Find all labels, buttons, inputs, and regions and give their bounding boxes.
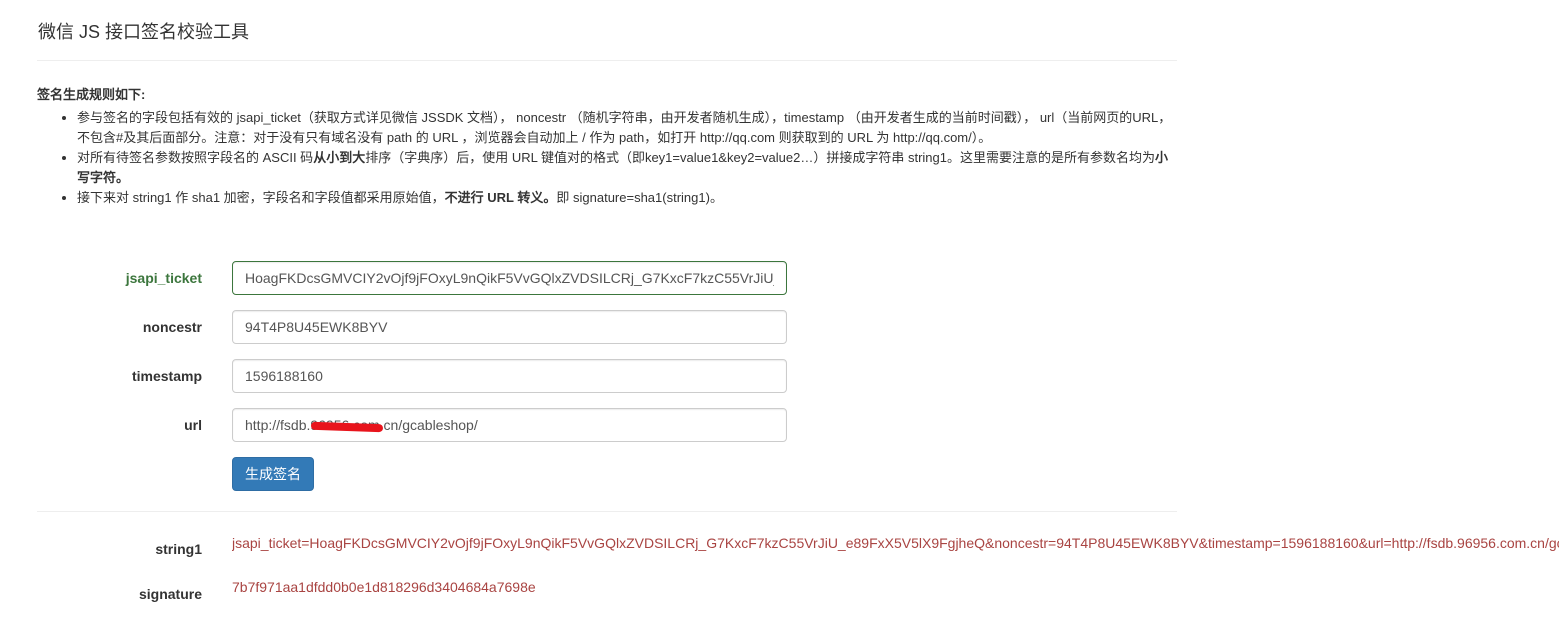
- rule-item-3-text-b: 即 signature=sha1(string1)。: [556, 190, 723, 205]
- signature-label: signature: [138, 586, 202, 602]
- generate-signature-button[interactable]: 生成签名: [232, 457, 314, 491]
- jsapi-ticket-label: jsapi_ticket: [125, 270, 202, 286]
- rule-item-2: 对所有待签名参数按照字段名的 ASCII 码从小到大排序（字典序）后，使用 UR…: [77, 148, 1177, 188]
- form-row-url: url: [0, 408, 800, 442]
- timestamp-input[interactable]: [232, 359, 787, 393]
- rule-item-3-bold-a: 不进行 URL 转义。: [444, 190, 557, 205]
- page: 微信 JS 接口签名校验工具 签名生成规则如下: 参与签名的字段包括有效的 js…: [0, 0, 1559, 628]
- noncestr-label: noncestr: [142, 319, 202, 335]
- noncestr-input[interactable]: [232, 310, 787, 344]
- rules-list: 参与签名的字段包括有效的 jsapi_ticket（获取方式详见微信 JSSDK…: [37, 108, 1177, 208]
- form-row-timestamp: timestamp: [0, 359, 800, 393]
- rule-item-1-text: 参与签名的字段包括有效的 jsapi_ticket（获取方式详见微信 JSSDK…: [77, 110, 1172, 145]
- jsapi-ticket-input[interactable]: [232, 261, 787, 295]
- timestamp-label: timestamp: [131, 368, 202, 384]
- signature-value: 7b7f971aa1dfdd0b0e1d818296d3404684a7698e: [232, 579, 536, 595]
- rule-item-3: 接下来对 string1 作 sha1 加密，字段名和字段值都采用原始值，不进行…: [77, 188, 1177, 208]
- divider-bottom: [37, 511, 1177, 512]
- url-label: url: [184, 417, 202, 433]
- string1-label: string1: [155, 541, 202, 557]
- rule-item-3-text-a: 接下来对 string1 作 sha1 加密，字段名和字段值都采用原始值，: [77, 190, 445, 205]
- rules-heading: 签名生成规则如下:: [37, 87, 146, 102]
- rule-item-1: 参与签名的字段包括有效的 jsapi_ticket（获取方式详见微信 JSSDK…: [77, 108, 1177, 148]
- string1-value: jsapi_ticket=HoagFKDcsGMVCIY2vOjf9jFOxyL…: [232, 535, 1559, 551]
- rule-item-2-text-a: 对所有待签名参数按照字段名的 ASCII 码: [77, 150, 314, 165]
- form-row-jsapi-ticket: jsapi_ticket: [0, 261, 800, 295]
- divider-top: [37, 60, 1177, 61]
- rule-item-2-bold-a: 从小到大: [313, 150, 366, 165]
- form-row-noncestr: noncestr: [0, 310, 800, 344]
- page-title: 微信 JS 接口签名校验工具: [38, 22, 250, 42]
- rule-item-2-text-b: 排序（字典序）后，使用 URL 键值对的格式（即key1=value1&key2…: [365, 150, 1155, 165]
